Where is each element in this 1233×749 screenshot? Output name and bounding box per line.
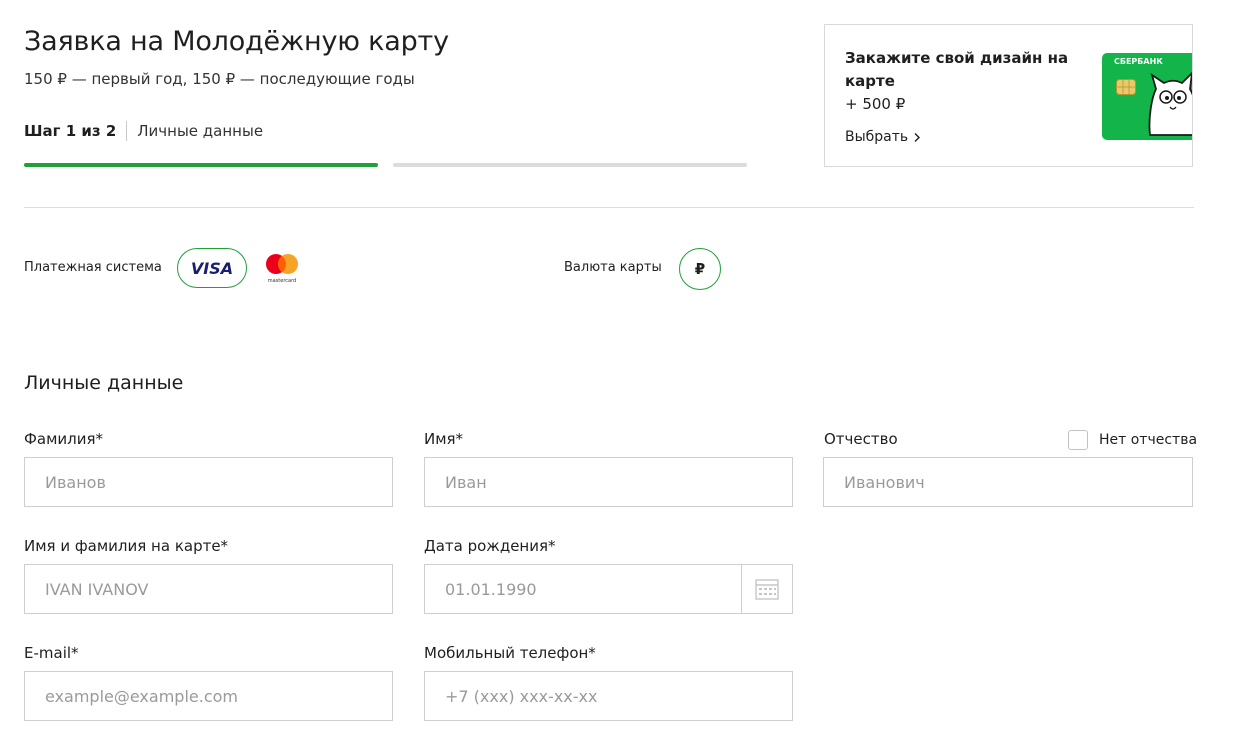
birth-date-input[interactable]: [425, 565, 792, 613]
first-name-input[interactable]: [425, 458, 792, 506]
personal-data-title: Личные данные: [24, 372, 184, 394]
card-currency-label: Валюта карты: [564, 260, 662, 275]
step-divider: [126, 121, 128, 141]
patronymic-field: [823, 457, 1193, 507]
promo-price: + 500 ₽: [845, 95, 906, 113]
progress-step-2: [393, 163, 747, 167]
patronymic-label: Отчество: [824, 430, 898, 448]
phone-input[interactable]: [425, 672, 792, 720]
cat-illustration-icon: [1148, 71, 1192, 136]
step-name: Личные данные: [137, 122, 264, 140]
chevron-right-icon: [914, 132, 921, 142]
last-name-label: Фамилия*: [24, 430, 104, 448]
phone-field: [424, 671, 793, 721]
no-patronymic-label: Нет отчества: [1099, 432, 1198, 448]
last-name-field: [24, 457, 393, 507]
mastercard-option[interactable]: mastercard: [261, 250, 303, 286]
choose-design-label: Выбрать: [845, 129, 909, 145]
visa-option[interactable]: VISA: [177, 248, 247, 288]
promo-title: Закажите свой дизайн на карте: [845, 49, 1069, 90]
custom-design-promo: Закажите свой дизайн на карте + 500 ₽ Вы…: [824, 24, 1193, 167]
payment-system-label: Платежная система: [24, 260, 162, 275]
no-patronymic-checkbox-box[interactable]: [1068, 430, 1088, 450]
card-name-input[interactable]: [25, 565, 392, 613]
step-counter: Шаг 1 из 2: [24, 122, 117, 140]
page-title: Заявка на Молодёжную карту: [24, 26, 449, 57]
last-name-input[interactable]: [25, 458, 392, 506]
card-name-label: Имя и фамилия на карте*: [24, 537, 229, 555]
patronymic-input[interactable]: [824, 458, 1192, 506]
birth-date-label: Дата рождения*: [424, 537, 556, 555]
progress-step-1: [24, 163, 378, 167]
card-chip-icon: [1116, 79, 1136, 95]
currency-rub-option[interactable]: ₽: [679, 248, 721, 290]
first-name-field: [424, 457, 793, 507]
card-design-image: СБЕРБАНК: [1102, 53, 1192, 140]
mastercard-logo-icon: mastercard: [266, 254, 298, 284]
step-indicator: Шаг 1 из 2 Личные данные: [24, 121, 263, 141]
choose-design-link[interactable]: Выбрать: [845, 129, 921, 145]
price-subtitle: 150 ₽ — первый год, 150 ₽ — последующие …: [24, 70, 415, 88]
mastercard-logo-text: mastercard: [268, 278, 296, 284]
visa-logo-text: VISA: [191, 260, 233, 276]
phone-label: Мобильный телефон*: [424, 644, 596, 662]
card-bank-name: СБЕРБАНК: [1114, 57, 1163, 66]
card-name-field: [24, 564, 393, 614]
first-name-label: Имя*: [424, 430, 464, 448]
email-input[interactable]: [25, 672, 392, 720]
email-label: E-mail*: [24, 644, 79, 662]
visa-logo-icon: VISA: [191, 260, 233, 276]
calendar-button[interactable]: [741, 565, 792, 613]
header-divider: [24, 207, 1194, 208]
email-field: [24, 671, 393, 721]
calendar-icon: [755, 579, 779, 600]
no-patronymic-checkbox[interactable]: Нет отчества: [1068, 430, 1197, 450]
birth-date-field: [424, 564, 793, 614]
